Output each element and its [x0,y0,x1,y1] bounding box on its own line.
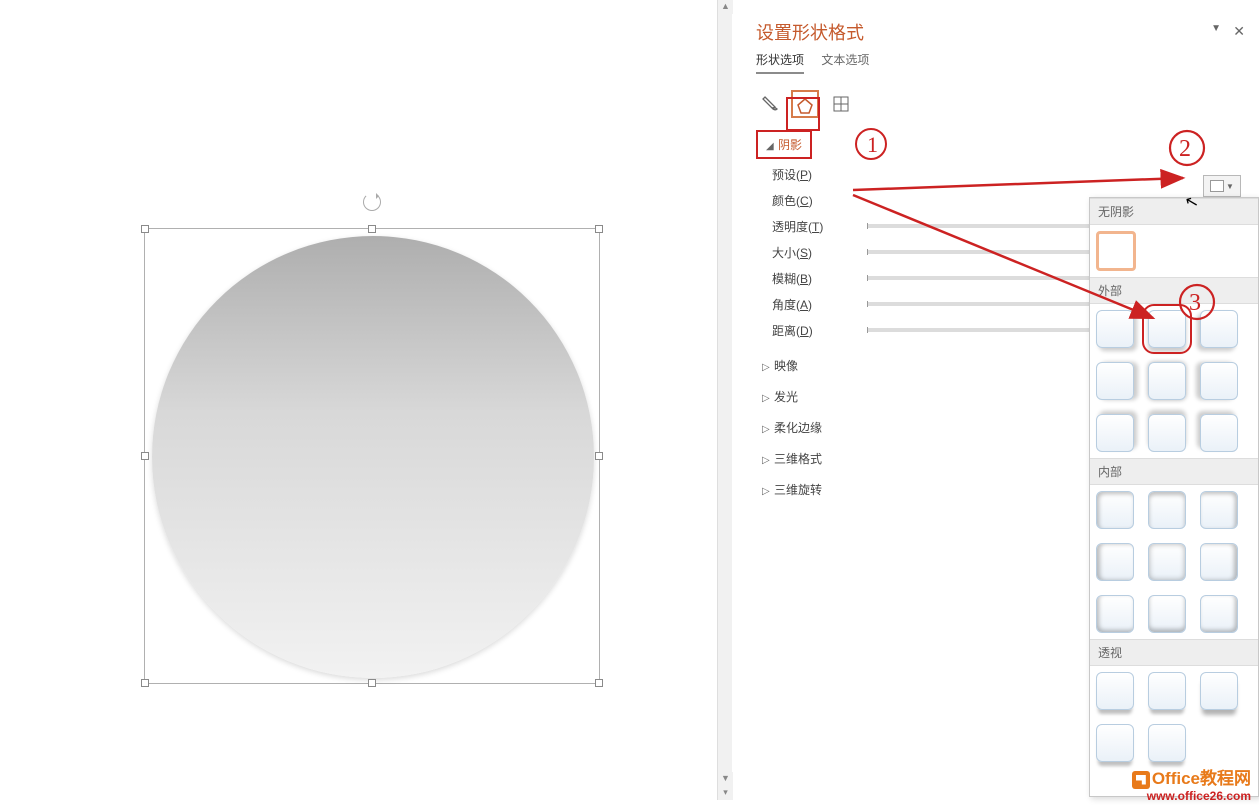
preset-outer-8[interactable] [1148,414,1186,452]
color-label: 颜色 [772,194,796,208]
transparency-label: 透明度 [772,220,808,234]
pane-tabs: 形状选项 文本选项 [744,51,1259,82]
blur-label: 模糊 [772,272,796,286]
annotation-box-1 [786,97,820,131]
preset-outer-5[interactable] [1148,362,1186,400]
preset-outer-3[interactable] [1200,310,1238,348]
preset-persp-5[interactable] [1148,724,1186,762]
section-shadow[interactable]: ◢阴影 [756,130,812,159]
preset-inner-6[interactable] [1200,543,1238,581]
preset-outer-1[interactable] [1096,310,1134,348]
resize-handle-bm[interactable] [368,679,376,687]
section-shadow-label: 阴影 [778,138,802,152]
tab-shape-options[interactable]: 形状选项 [756,51,804,74]
fill-line-icon[interactable] [756,90,784,118]
preset-outer-9[interactable] [1200,414,1238,452]
prop-preset: 预设(P) [772,161,1247,187]
watermark-icon [1132,771,1150,789]
tab-text-options[interactable]: 文本选项 [821,51,869,72]
scroll-down2-icon[interactable]: ▾ [718,786,733,800]
preset-no-shadow[interactable] [1096,231,1136,271]
preset-label: 预设 [772,168,796,182]
preset-inner-2[interactable] [1148,491,1186,529]
preset-persp-2[interactable] [1148,672,1186,710]
preset-outer-2[interactable] [1148,310,1186,348]
resize-handle-br[interactable] [595,679,603,687]
resize-handle-bl[interactable] [141,679,149,687]
gallery-header-outer: 外部 [1090,277,1258,304]
preset-outer-7[interactable] [1096,414,1134,452]
pane-title: 设置形状格式 [744,0,1259,51]
pane-menu-icon[interactable]: ▼ [1211,23,1221,34]
preset-persp-4[interactable] [1096,724,1134,762]
pane-close-icon[interactable]: ✕ [1233,23,1245,40]
shadow-preset-gallery: 无阴影 外部 内部 透视 [1089,197,1259,797]
preset-inner-1[interactable] [1096,491,1134,529]
resize-handle-tr[interactable] [595,225,603,233]
format3d-label: 三维格式 [774,452,822,466]
scroll-up-icon[interactable]: ▲ [718,0,733,14]
watermark: Office教程网 www.office26.com [1132,764,1251,803]
preset-persp-3[interactable] [1200,672,1238,710]
resize-handle-mr[interactable] [595,452,603,460]
resize-handle-tm[interactable] [368,225,376,233]
shadow-preset-dropdown[interactable]: ▼ [1203,175,1241,197]
preset-inner-5[interactable] [1148,543,1186,581]
gallery-header-none: 无阴影 [1090,198,1258,225]
preset-inner-4[interactable] [1096,543,1134,581]
preset-outer-4[interactable] [1096,362,1134,400]
preset-inner-3[interactable] [1200,491,1238,529]
preset-outer-6[interactable] [1200,362,1238,400]
category-icons [744,82,1259,130]
glow-label: 发光 [774,390,798,404]
softedges-label: 柔化边缘 [774,421,822,435]
reflection-label: 映像 [774,359,798,373]
preset-swatch-icon [1210,180,1224,192]
preset-inner-9[interactable] [1200,595,1238,633]
resize-handle-tl[interactable] [141,225,149,233]
gallery-header-inner: 内部 [1090,458,1258,485]
distance-label: 距离 [772,324,796,338]
preset-inner-7[interactable] [1096,595,1134,633]
rotate3d-label: 三维旋转 [774,483,822,497]
selection-box[interactable] [144,228,600,684]
chevron-down-icon: ▼ [1226,182,1234,191]
preset-persp-1[interactable] [1096,672,1134,710]
size-label: 大小 [772,246,796,260]
vertical-scrollbar[interactable]: ▲ ▼ ▾ [717,0,732,800]
shape-circle[interactable] [152,236,594,678]
canvas-area [0,0,730,800]
angle-label: 角度 [772,298,796,312]
resize-handle-ml[interactable] [141,452,149,460]
rotate-handle[interactable] [363,193,381,211]
slide-canvas[interactable] [24,30,729,800]
scroll-down-icon[interactable]: ▼ [718,772,733,786]
watermark-url: www.office26.com [1132,789,1251,803]
size-properties-icon[interactable] [827,90,855,118]
preset-inner-8[interactable] [1148,595,1186,633]
gallery-header-perspective: 透视 [1090,639,1258,666]
